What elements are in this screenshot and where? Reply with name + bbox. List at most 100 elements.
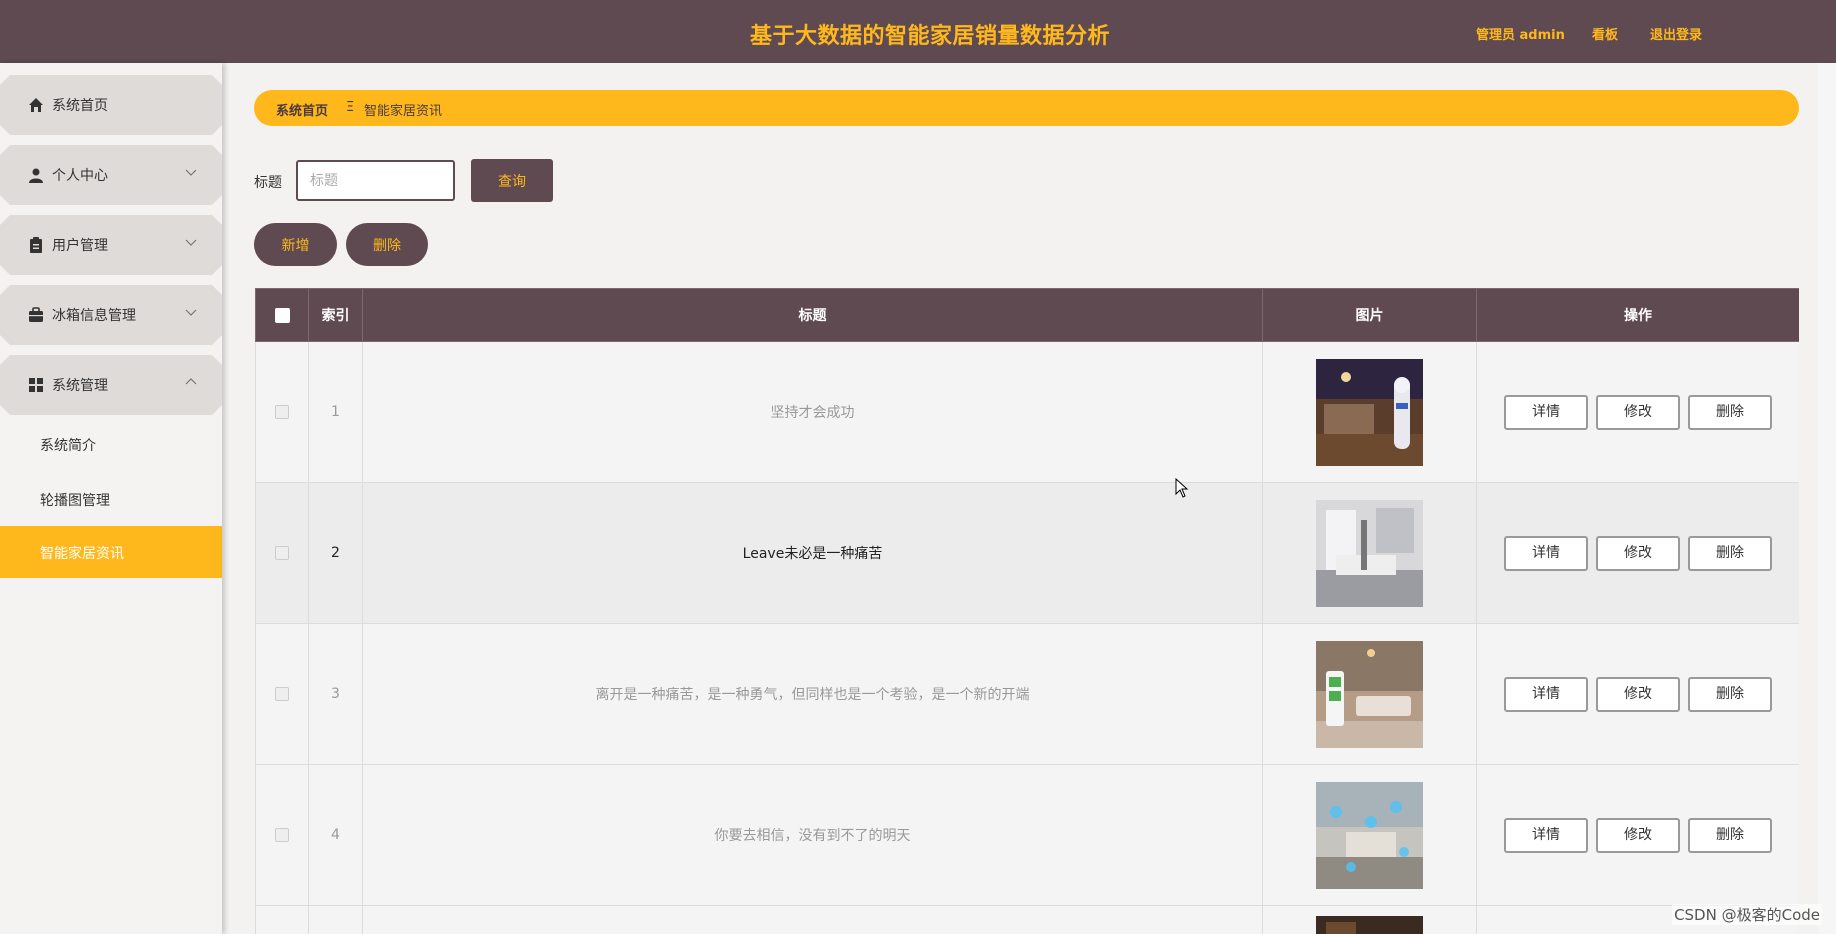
table-row: 3 离开是一种痛苦，是一种勇气，但同样也是一个考验，是一个新的开端 详情 修改 … [255,623,1799,765]
grid-icon [29,378,43,392]
chevron-down-icon [185,309,197,316]
edit-button[interactable]: 修改 [1596,394,1680,430]
edit-button[interactable]: 修改 [1596,817,1680,853]
search-input[interactable] [296,160,455,201]
detail-button[interactable]: 详情 [1504,817,1588,853]
sidebar: 系统首页 个人中心 用户管理 冰箱信息管理 系统管理 系统简介 轮播图管理 智能… [0,63,222,934]
app-root: 基于大数据的智能家居销量数据分析 管理员 admin 看板 退出登录 系统首页 … [0,0,1836,934]
row-index [308,905,363,934]
row-index: 4 [308,764,363,906]
row-select-cell [255,341,309,483]
delete-button[interactable]: 删除 [1688,535,1772,571]
add-button[interactable]: 新增 [254,223,337,266]
delete-button[interactable]: 删除 [1688,394,1772,430]
sidebar-subitem-smart-home-news[interactable]: 智能家居资讯 [0,526,222,578]
column-header-index: 索引 [308,288,363,342]
smart-home-icons-photo [1316,781,1423,889]
column-header-image: 图片 [1262,288,1477,342]
row-image-cell [1262,482,1477,624]
row-title: Leave未必是一种痛苦 [362,482,1263,624]
detail-button[interactable]: 详情 [1504,535,1588,571]
next-row-photo [1316,915,1423,934]
living-room-phone-photo [1316,640,1423,748]
row-checkbox[interactable] [275,687,289,701]
sidebar-item-fridge-info-management[interactable]: 冰箱信息管理 [0,285,222,345]
home-icon [29,98,43,112]
bulk-delete-button[interactable]: 删除 [346,223,428,266]
row-title: 离开是一种痛苦，是一种勇气，但同样也是一个考验，是一个新的开端 [362,623,1263,765]
admin-user-link[interactable]: 管理员 admin [1476,24,1565,43]
row-select-cell [255,482,309,624]
sidebar-subitem-label: 智能家居资讯 [40,546,124,562]
row-checkbox[interactable] [275,405,289,419]
breadcrumb-home[interactable]: 系统首页 [276,100,328,119]
delete-button[interactable]: 删除 [1688,676,1772,712]
news-table: 索引 标题 图片 操作 1 坚持才会成功 详情 修改 删除 2 Leave未必是… [255,288,1799,934]
sidebar-subitem-carousel-management[interactable]: 轮播图管理 [0,473,222,525]
table-row: 2 Leave未必是一种痛苦 详情 修改 删除 [255,482,1799,624]
sidebar-item-label: 系统首页 [52,98,108,114]
query-button[interactable]: 查询 [471,159,553,202]
row-actions-cell: 详情 修改 删除 [1476,623,1799,765]
top-bar: 基于大数据的智能家居销量数据分析 管理员 admin 看板 退出登录 [0,0,1836,63]
briefcase-icon [29,307,43,322]
row-actions-cell: 详情 修改 删除 [1476,764,1799,906]
detail-button[interactable]: 详情 [1504,676,1588,712]
row-index: 2 [308,482,363,624]
chevron-down-icon [185,169,197,176]
sidebar-item-label: 系统管理 [52,378,108,394]
edit-button[interactable]: 修改 [1596,535,1680,571]
table-header-row: 索引 标题 图片 操作 [255,288,1799,342]
delete-button[interactable]: 删除 [1688,817,1772,853]
sidebar-item-user-management[interactable]: 用户管理 [0,215,222,275]
row-checkbox[interactable] [275,546,289,560]
breadcrumb: 系统首页 Ξ 智能家居资讯 [254,90,1799,126]
detail-button[interactable]: 详情 [1504,394,1588,430]
chevron-up-icon [185,378,197,385]
row-image-cell [1262,764,1477,906]
logout-link[interactable]: 退出登录 [1650,24,1702,43]
white-interior-photo [1316,499,1423,607]
sidebar-item-label: 个人中心 [52,168,108,184]
page-scrollbar[interactable] [1818,63,1836,934]
edit-button[interactable]: 修改 [1596,676,1680,712]
sidebar-subitem-label: 轮播图管理 [40,493,110,509]
row-image-cell [1262,623,1477,765]
clipboard-icon [30,237,42,253]
table-row [255,905,1799,934]
watermark: CSDN @极客的Code [1672,904,1822,925]
row-image-cell [1262,341,1477,483]
row-actions-cell: 详情 修改 删除 [1476,482,1799,624]
column-header-actions: 操作 [1476,288,1799,342]
chevron-down-icon [185,239,197,246]
sidebar-subitem-label: 系统简介 [40,438,96,454]
sidebar-item-label: 用户管理 [52,238,108,254]
mouse-cursor-icon [1175,478,1189,498]
row-title [362,905,1263,934]
sidebar-item-label: 冰箱信息管理 [52,308,136,324]
select-all-checkbox[interactable] [274,307,290,323]
row-title: 你要去相信，没有到不了的明天 [362,764,1263,906]
row-checkbox[interactable] [275,828,289,842]
row-image-cell [1262,905,1477,934]
breadcrumb-current: 智能家居资讯 [364,104,443,119]
row-select-cell [255,905,309,934]
row-select-cell [255,623,309,765]
row-select-cell [255,764,309,906]
sidebar-item-personal-center[interactable]: 个人中心 [0,145,222,205]
news-table-wrapper: 索引 标题 图片 操作 1 坚持才会成功 详情 修改 删除 2 Leave未必是… [255,288,1799,934]
table-row: 4 你要去相信，没有到不了的明天 详情 修改 删除 [255,764,1799,906]
column-header-title: 标题 [362,288,1263,342]
sidebar-item-system-management[interactable]: 系统管理 [0,355,222,415]
search-label: 标题 [254,175,282,191]
select-all-header [255,288,309,342]
table-row: 1 坚持才会成功 详情 修改 删除 [255,341,1799,483]
row-title: 坚持才会成功 [362,341,1263,483]
sidebar-item-home[interactable]: 系统首页 [0,75,222,135]
dashboard-link[interactable]: 看板 [1592,24,1618,43]
sidebar-subitem-system-intro[interactable]: 系统简介 [0,418,222,470]
breadcrumb-separator: Ξ [346,100,355,115]
row-actions-cell: 详情 修改 删除 [1476,341,1799,483]
row-index: 1 [308,341,363,483]
robot-bedroom-photo [1316,358,1423,466]
